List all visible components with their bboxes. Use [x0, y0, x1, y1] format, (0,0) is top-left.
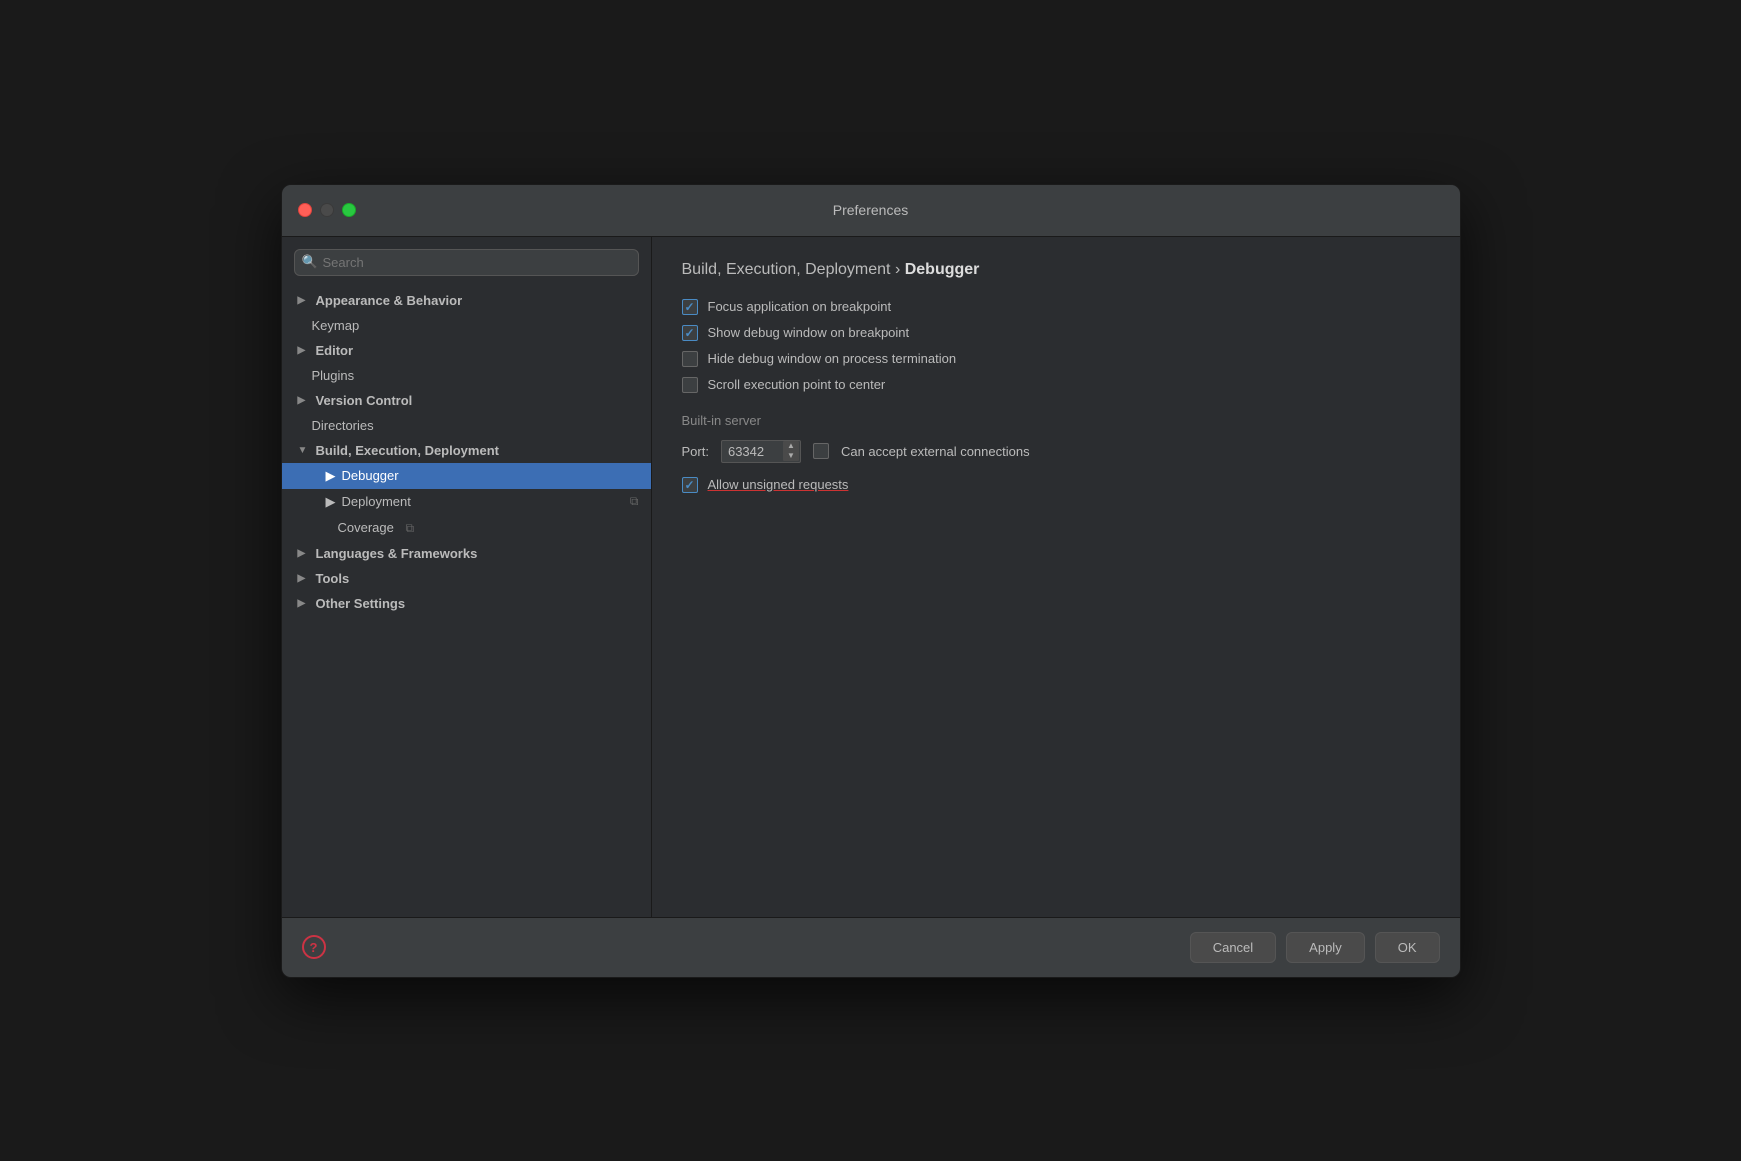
checkbox-row-hide-debug: Hide debug window on process termination: [682, 351, 1430, 367]
checkbox-row-show-debug: Show debug window on breakpoint: [682, 325, 1430, 341]
scroll-exec-label: Scroll execution point to center: [708, 377, 886, 392]
allow-unsigned-checkbox[interactable]: [682, 477, 698, 493]
checkbox-row-allow-unsigned: Allow unsigned requests: [682, 477, 1430, 493]
allow-unsigned-label: Allow unsigned requests: [708, 477, 849, 492]
breadcrumb-prefix: Build, Execution, Deployment ›: [682, 261, 905, 278]
sidebar-item-label: Tools: [316, 571, 350, 586]
sidebar-item-label: Keymap: [312, 318, 360, 333]
sidebar-item-label: Editor: [316, 343, 354, 358]
arrow-icon: ▶: [298, 573, 310, 584]
sidebar-item-label: Version Control: [316, 393, 413, 408]
port-label: Port:: [682, 444, 709, 459]
arrow-icon: ▶: [326, 494, 336, 510]
sidebar-item-label: Directories: [312, 418, 374, 433]
arrow-icon: ▶: [298, 548, 310, 559]
arrow-icon: ▶: [326, 468, 336, 484]
sidebar-item-label: Coverage: [338, 520, 394, 535]
show-debug-checkbox[interactable]: [682, 325, 698, 341]
server-settings-group: Built-in server Port: ▲ ▼ Can accept ext…: [682, 413, 1430, 493]
sidebar-item-label: Languages & Frameworks: [316, 546, 478, 561]
cancel-button[interactable]: Cancel: [1190, 932, 1276, 963]
sidebar-item-debugger[interactable]: ▶ Debugger: [282, 463, 651, 489]
accept-external-label: Can accept external connections: [841, 444, 1030, 459]
action-buttons: Cancel Apply OK: [1190, 932, 1440, 963]
copy-icon: ⧉: [630, 494, 639, 509]
search-input[interactable]: [294, 249, 639, 276]
arrow-icon: ▶: [298, 345, 310, 356]
close-button[interactable]: [298, 203, 312, 217]
help-button[interactable]: ?: [302, 935, 326, 959]
ok-button[interactable]: OK: [1375, 932, 1440, 963]
sidebar-item-label: Plugins: [312, 368, 355, 383]
sidebar-item-editor[interactable]: ▶ Editor: [282, 338, 651, 363]
accept-external-checkbox[interactable]: [813, 443, 829, 459]
checkbox-row-focus: Focus application on breakpoint: [682, 299, 1430, 315]
focus-app-label: Focus application on breakpoint: [708, 299, 892, 314]
sidebar: 🔍 ▶ Appearance & Behavior Keymap ▶ Edito…: [282, 237, 652, 917]
minimize-button[interactable]: [320, 203, 334, 217]
arrow-icon: ▶: [298, 598, 310, 609]
settings-panel: Build, Execution, Deployment › Debugger …: [652, 237, 1460, 917]
bottom-bar: ? Cancel Apply OK: [282, 917, 1460, 977]
sidebar-item-appearance[interactable]: ▶ Appearance & Behavior: [282, 288, 651, 313]
sidebar-item-keymap[interactable]: Keymap: [282, 313, 651, 338]
sidebar-item-deployment[interactable]: ▶ Deployment ⧉: [282, 489, 651, 515]
sidebar-item-version-control[interactable]: ▶ Version Control: [282, 388, 651, 413]
hide-debug-label: Hide debug window on process termination: [708, 351, 957, 366]
breadcrumb: Build, Execution, Deployment › Debugger: [682, 261, 1430, 279]
port-spinners: ▲ ▼: [783, 441, 799, 461]
show-debug-label: Show debug window on breakpoint: [708, 325, 910, 340]
sidebar-item-label: Deployment: [342, 494, 411, 509]
arrow-icon: ▶: [298, 395, 310, 406]
focus-app-checkbox[interactable]: [682, 299, 698, 315]
sidebar-item-directories[interactable]: Directories: [282, 413, 651, 438]
sidebar-item-plugins[interactable]: Plugins: [282, 363, 651, 388]
hide-debug-checkbox[interactable]: [682, 351, 698, 367]
sidebar-item-label: Appearance & Behavior: [316, 293, 463, 308]
maximize-button[interactable]: [342, 203, 356, 217]
sidebar-item-other-settings[interactable]: ▶ Other Settings: [282, 591, 651, 616]
sidebar-item-coverage[interactable]: Coverage ⧉: [282, 515, 651, 541]
port-input-wrap: ▲ ▼: [721, 440, 801, 463]
sidebar-item-tools[interactable]: ▶ Tools: [282, 566, 651, 591]
sidebar-item-label: Debugger: [342, 468, 399, 483]
sidebar-item-label: Build, Execution, Deployment: [316, 443, 499, 458]
search-box[interactable]: 🔍: [294, 249, 639, 276]
breadcrumb-current: Debugger: [905, 261, 980, 278]
port-row: Port: ▲ ▼ Can accept external connection…: [682, 440, 1430, 463]
sidebar-item-languages[interactable]: ▶ Languages & Frameworks: [282, 541, 651, 566]
copy-icon: ⧉: [406, 521, 415, 535]
window-title: Preferences: [833, 202, 908, 218]
preferences-window: Preferences 🔍 ▶ Appearance & Behavior Ke…: [281, 184, 1461, 978]
arrow-icon: ▶: [298, 295, 310, 306]
sidebar-item-build[interactable]: ▼ Build, Execution, Deployment: [282, 438, 651, 463]
traffic-lights: [298, 203, 356, 217]
arrow-down-icon: ▼: [298, 445, 310, 456]
main-content-area: 🔍 ▶ Appearance & Behavior Keymap ▶ Edito…: [282, 237, 1460, 917]
general-settings-group: Focus application on breakpoint Show deb…: [682, 299, 1430, 393]
port-increment-button[interactable]: ▲: [783, 441, 799, 451]
search-icon: 🔍: [302, 254, 318, 270]
titlebar: Preferences: [282, 185, 1460, 237]
scroll-exec-checkbox[interactable]: [682, 377, 698, 393]
sidebar-item-label: Other Settings: [316, 596, 406, 611]
port-decrement-button[interactable]: ▼: [783, 451, 799, 461]
checkbox-row-scroll-exec: Scroll execution point to center: [682, 377, 1430, 393]
apply-button[interactable]: Apply: [1286, 932, 1365, 963]
server-section-label: Built-in server: [682, 413, 1430, 428]
